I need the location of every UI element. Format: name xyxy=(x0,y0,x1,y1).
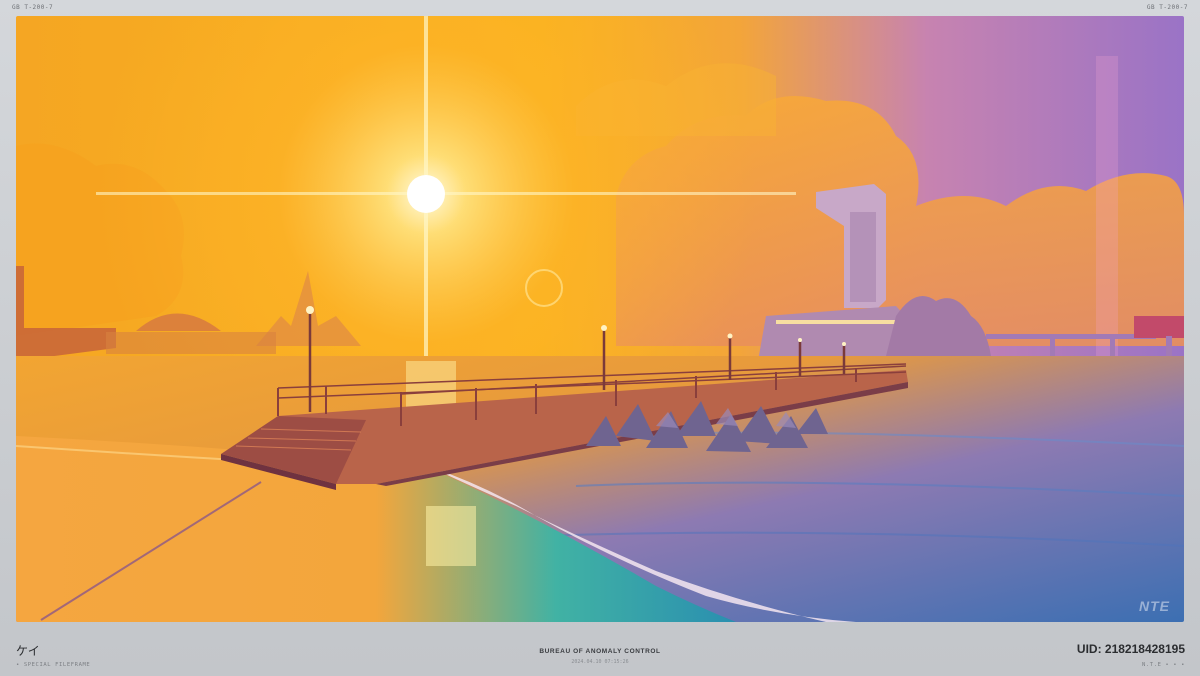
nte-watermark: NTE xyxy=(1139,598,1170,614)
right-caption: N.T.E • • • xyxy=(1141,662,1185,668)
date-stamp: 2024.04.10 07:15:26 xyxy=(571,659,629,665)
bureau-title: BUREAU OF ANOMALY CONTROL xyxy=(539,648,661,655)
screenshot-frame: GB T-200-7 GB T-200-7 NTE ケイ • SPECIAL F… xyxy=(0,0,1200,676)
scene-illustration xyxy=(16,16,1184,622)
uid-label: UID: 218218428195 xyxy=(1076,642,1185,656)
top-meta-right: GB T-200-7 xyxy=(1146,4,1188,11)
caption-bar: ケイ • SPECIAL FILEFRAME BUREAU OF ANOMALY… xyxy=(0,622,1200,676)
scene-photo: NTE xyxy=(16,16,1184,622)
top-meta-left: GB T-200-7 xyxy=(12,4,54,11)
